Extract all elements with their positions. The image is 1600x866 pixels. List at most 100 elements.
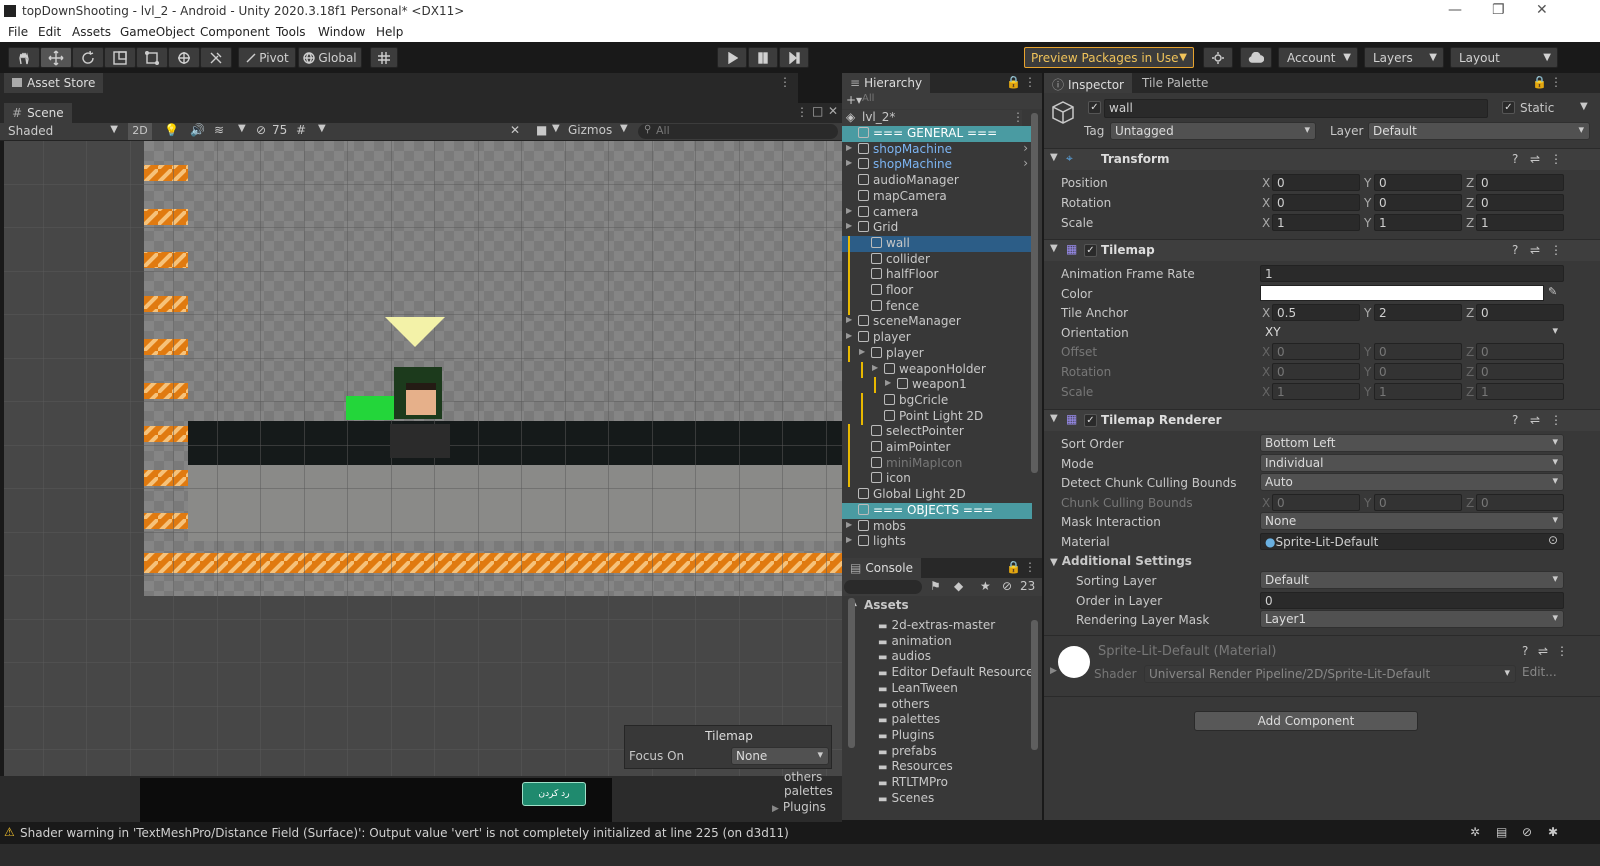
layers-dropdown[interactable]: Layers ▼	[1364, 47, 1444, 68]
effects-dropdown-icon[interactable]: ▼	[238, 123, 246, 134]
minimize-button[interactable]: —	[1448, 2, 1462, 18]
grid-dropdown-icon[interactable]: ▼	[318, 123, 326, 134]
hierarchy-item[interactable]: ▶ player	[842, 330, 1032, 346]
panel-menu-icon[interactable]: ⋮	[779, 75, 791, 89]
preset-icon[interactable]: ⇌	[1530, 152, 1540, 166]
hierarchy-item[interactable]: audioManager	[842, 173, 1032, 189]
grid-snap-button[interactable]	[370, 47, 398, 68]
hierarchy-item[interactable]: ▶ sceneManager	[842, 314, 1032, 330]
menu-assets[interactable]: Assets	[72, 25, 111, 39]
maximize-panel-icon[interactable]: □	[812, 104, 823, 118]
panel-menu-icon[interactable]: ⋮	[1024, 560, 1036, 574]
menu-help[interactable]: Help	[376, 25, 403, 39]
move-tool-button[interactable]	[40, 47, 72, 68]
menu-tools[interactable]: Tools	[276, 25, 306, 39]
gizmos-dropdown-icon[interactable]: ▼	[620, 123, 628, 134]
hierarchy-item[interactable]: icon	[842, 471, 1032, 488]
status-message[interactable]: Shader warning in 'TextMeshPro/Distance …	[20, 826, 789, 840]
auto-generate-lighting-icon[interactable]: ⊘	[1522, 825, 1532, 839]
expand-arrow-icon[interactable]: ▶	[846, 535, 852, 544]
position-y-field[interactable]: 0	[1374, 174, 1462, 191]
hierarchy-item[interactable]: Point Light 2D	[842, 408, 1032, 425]
help-icon[interactable]: ?	[1512, 243, 1518, 257]
position-z-field[interactable]: 0	[1476, 174, 1564, 191]
hierarchy-scrollbar[interactable]	[1031, 113, 1038, 473]
asset-folder-item[interactable]: ▬ 2d-extras-master	[878, 618, 995, 632]
tab-asset-store[interactable]: Asset Store	[4, 73, 104, 93]
tab-hierarchy[interactable]: ≡ Hierarchy	[842, 73, 931, 93]
sort-order-dropdown[interactable]: Bottom Left	[1260, 434, 1564, 452]
asset-folder-item[interactable]: ▬ Plugins	[878, 728, 934, 742]
transform-header[interactable]: ▼ ⌖ Transform ? ⇌ ⋮	[1044, 148, 1600, 170]
scale-z-field[interactable]: 1	[1476, 214, 1564, 231]
asset-folder-item[interactable]: ▬ palettes	[878, 712, 940, 726]
lock-icon[interactable]: 🔒	[1006, 75, 1021, 89]
hierarchy-item[interactable]: aimPointer	[842, 440, 1032, 456]
asset-folder-item[interactable]: ▬ others	[878, 697, 930, 711]
lock-icon[interactable]: 🔒	[1006, 560, 1021, 574]
preset-icon[interactable]: ⇌	[1538, 644, 1548, 658]
orientation-dropdown[interactable]: XY	[1260, 323, 1564, 341]
tag-filter-icon[interactable]: ⚑	[930, 579, 941, 593]
scene-view[interactable]: Tilemap Focus On None	[4, 141, 842, 776]
additional-settings-foldout[interactable]: ▼ Additional Settings	[1050, 554, 1192, 568]
expand-arrow-icon[interactable]: ▶	[846, 331, 852, 340]
component-menu-icon[interactable]: ⋮	[1556, 644, 1568, 658]
scale-tool-button[interactable]	[104, 47, 136, 68]
shading-mode-dropdown[interactable]: Shaded ▼	[4, 123, 122, 140]
close-panel-icon[interactable]: ✕	[828, 104, 838, 118]
prefab-open-icon[interactable]: ›	[1023, 141, 1028, 155]
persian-button[interactable]: رد کردن	[522, 782, 586, 806]
tilemap-enabled-checkbox[interactable]: ✓	[1084, 244, 1097, 257]
hierarchy-item[interactable]: ▶ mobs	[842, 519, 1032, 535]
mode-dropdown[interactable]: Individual	[1260, 454, 1564, 472]
global-toggle[interactable]: Global	[298, 47, 362, 68]
tilemap-header[interactable]: ▼ ▦ ✓ Tilemap ? ⇌ ⋮	[1044, 239, 1600, 261]
hierarchy-item[interactable]: bgCricle	[842, 392, 1032, 409]
expand-arrow-icon[interactable]: ▶	[846, 143, 852, 152]
expand-arrow-icon[interactable]: ▶	[846, 315, 852, 324]
add-component-button[interactable]: Add Component	[1194, 711, 1418, 731]
hidden-objects-icon[interactable]: ⊘	[256, 123, 266, 137]
hierarchy-item[interactable]: fence	[842, 298, 1032, 315]
asset-folder-item[interactable]: ▬ prefabs	[878, 744, 937, 758]
hierarchy-item[interactable]: selectPointer	[842, 424, 1032, 441]
rect-tool-button[interactable]	[136, 47, 168, 68]
menu-gameobject[interactable]: GameObject	[120, 25, 195, 39]
favorite-icon[interactable]: ★	[980, 579, 991, 593]
tools-toggle-icon[interactable]: ✕	[510, 123, 520, 137]
hierarchy-item[interactable]: collider	[842, 251, 1032, 268]
prefab-open-icon[interactable]: ›	[1023, 156, 1028, 170]
tab-scene[interactable]: # Scene	[4, 103, 72, 123]
culling-bounds-dropdown[interactable]: Auto	[1260, 473, 1564, 491]
hierarchy-search-field[interactable]: All	[846, 93, 1026, 107]
frame-rate-field[interactable]: 1	[1260, 265, 1564, 282]
asset-folder-item[interactable]: ▬ audios	[878, 649, 931, 663]
asset-folder-item[interactable]: ▬ Editor Default Resources	[878, 665, 1032, 679]
rotation-y-field[interactable]: 0	[1374, 194, 1462, 211]
hand-tool-button[interactable]	[8, 47, 40, 68]
help-icon[interactable]: ?	[1512, 152, 1518, 166]
gizmos-button[interactable]: Gizmos	[568, 123, 612, 137]
toggle-2d-button[interactable]: 2D	[128, 123, 152, 140]
layout-dropdown[interactable]: Layout ▼	[1450, 47, 1558, 68]
hierarchy-item[interactable]: === OBJECTS ===	[842, 502, 1032, 519]
object-picker-icon[interactable]: ⊙	[1548, 533, 1558, 547]
focus-on-dropdown[interactable]: None	[731, 747, 829, 765]
tag-dropdown[interactable]: Untagged	[1110, 122, 1316, 140]
asset-folder-item[interactable]: ▬ LeanTween	[878, 681, 958, 695]
hierarchy-item[interactable]: Global Light 2D	[842, 487, 1032, 503]
expand-arrow-icon[interactable]: ▶	[872, 363, 878, 372]
panel-menu-icon[interactable]: ⋮	[1550, 75, 1562, 89]
scene-menu-icon[interactable]: ⋮	[1012, 110, 1024, 124]
hierarchy-item[interactable]: ▶ weaponHolder	[842, 361, 1032, 378]
audio-toggle-icon[interactable]: 🔊	[190, 123, 205, 137]
component-menu-icon[interactable]: ⋮	[1550, 243, 1562, 257]
hierarchy-item[interactable]: ▶ shopMachine ›	[842, 141, 1032, 158]
eyedropper-icon[interactable]: ✎	[1548, 285, 1557, 298]
order-in-layer-field[interactable]: 0	[1260, 592, 1564, 609]
component-menu-icon[interactable]: ⋮	[1550, 152, 1562, 166]
panel-menu-icon[interactable]: ⋮	[1024, 75, 1036, 89]
transform-tool-button[interactable]	[168, 47, 200, 68]
maximize-button[interactable]: ❐	[1492, 2, 1505, 18]
